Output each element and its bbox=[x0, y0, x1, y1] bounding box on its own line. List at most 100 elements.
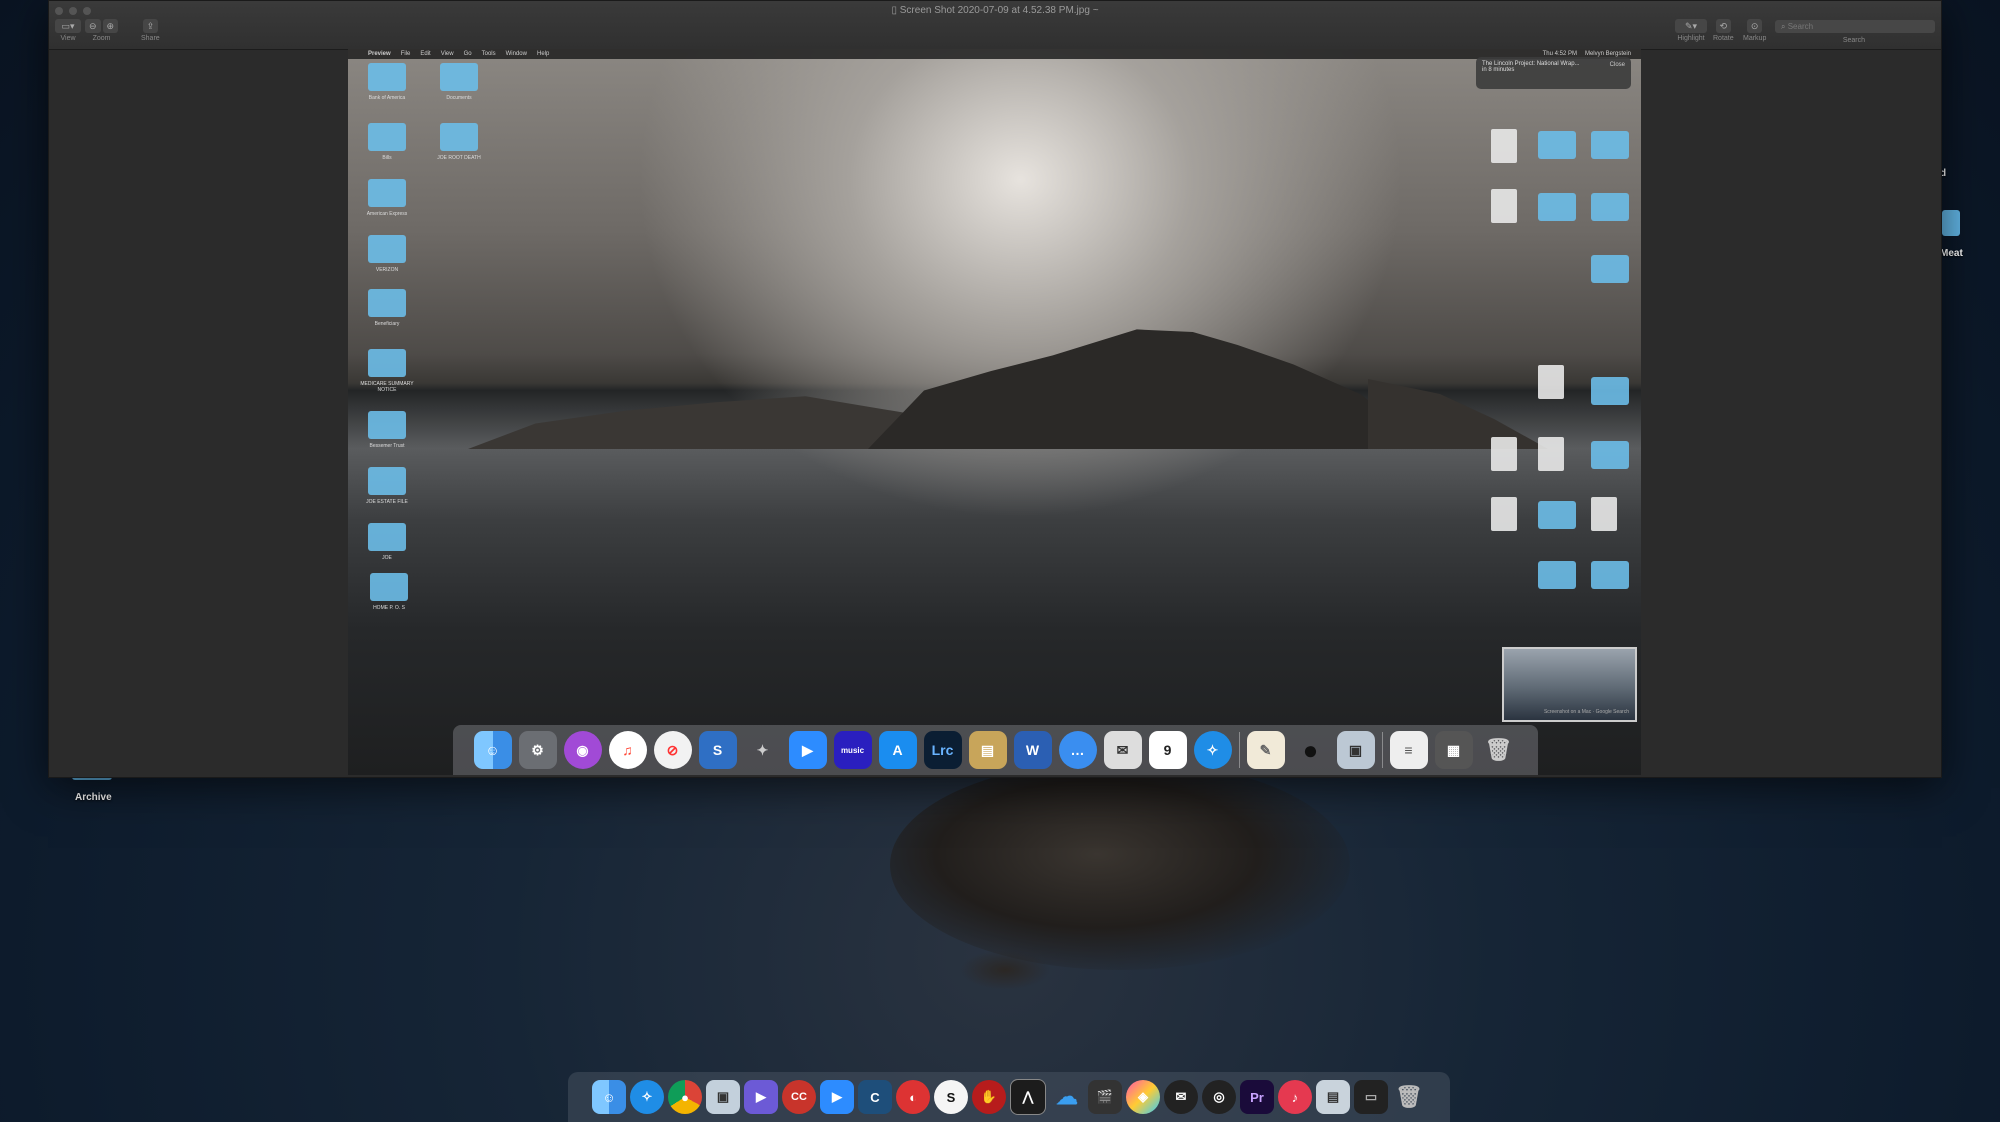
inner-folder-6 bbox=[368, 235, 406, 263]
share-button[interactable]: ⇪ bbox=[142, 19, 159, 33]
zoom-out-icon: ⊖ bbox=[89, 20, 97, 31]
inner-folder-label-1: Bank of America bbox=[368, 95, 406, 101]
window-title-suffix: ~ bbox=[1092, 5, 1099, 16]
archive-label[interactable]: Archive bbox=[75, 792, 112, 803]
news-icon[interactable]: ◎ bbox=[1202, 1080, 1236, 1114]
inner-folder-label-12: HOME P. O. S bbox=[373, 605, 405, 611]
inner-lightroom-icon: Lrc bbox=[923, 731, 962, 769]
dock: ☺ ✧ ● ▣ ▶ CC ▶ C ◐ S ✋ ⋀ ☁ 🎬 ◈ ✉ ◎ Pr ♪ … bbox=[568, 1072, 1450, 1122]
ccleaner-icon[interactable]: CC bbox=[782, 1080, 816, 1114]
rotate-button[interactable]: ⟲ bbox=[1715, 19, 1732, 33]
inner-news-icon: ⊘ bbox=[653, 731, 692, 769]
document-icon: ▯ bbox=[891, 5, 897, 16]
zoom-icon[interactable]: ▶ bbox=[820, 1080, 854, 1114]
calendar-day: 9 bbox=[1163, 742, 1172, 758]
search-placeholder: Search bbox=[1787, 22, 1814, 31]
search-input[interactable]: ⌕ Search bbox=[1775, 20, 1935, 33]
inner-notes-icon: ▤ bbox=[968, 731, 1007, 769]
inner-textedit-icon: ✎ bbox=[1246, 731, 1285, 769]
zoom-in-icon: ⊕ bbox=[106, 20, 115, 31]
screenshot-image: Preview File Edit View Go Tools Window H… bbox=[348, 49, 1641, 775]
chrome-icon[interactable]: ● bbox=[668, 1080, 702, 1114]
highlight-button[interactable]: ✎▾ bbox=[1675, 19, 1707, 33]
inner-folder-9 bbox=[368, 411, 406, 439]
inner-menu-file: File bbox=[400, 51, 411, 57]
inner-menu-view: View bbox=[440, 51, 454, 57]
final-cut-icon[interactable]: 🎬 bbox=[1088, 1080, 1122, 1114]
inner-folder-r2 bbox=[1591, 131, 1629, 159]
window-titlebar: ▯ Screen Shot 2020-07-09 at 4.52.38 PM.j… bbox=[49, 1, 1941, 50]
inner-menu-edit: Edit bbox=[420, 51, 431, 57]
view-button[interactable]: ▭▾ bbox=[55, 19, 81, 33]
cleaner-icon[interactable]: C bbox=[858, 1080, 892, 1114]
inner-folder-label-10: JOE ESTATE FILE bbox=[366, 499, 408, 505]
preview-icon[interactable]: ▣ bbox=[706, 1080, 740, 1114]
inner-app-name: Preview bbox=[368, 51, 391, 57]
markup-group: ⊙ Markup bbox=[1743, 19, 1766, 42]
thumbnail-caption: Screenshot on a Mac · Google Search bbox=[1543, 709, 1629, 715]
trash-icon[interactable]: 🗑 bbox=[1392, 1080, 1426, 1114]
inner-messages-icon: … bbox=[1058, 731, 1097, 769]
view-group: ▭▾ View bbox=[55, 19, 81, 42]
premiere-icon[interactable]: Pr bbox=[1240, 1080, 1274, 1114]
screen-icon[interactable]: ▭ bbox=[1354, 1080, 1388, 1114]
inner-folder-2 bbox=[440, 63, 478, 91]
meat-label[interactable]: Meat bbox=[1940, 248, 1963, 259]
inner-mail-icon: ✉ bbox=[1103, 731, 1142, 769]
inner-folder-label-4: JOE ROOT DEATH bbox=[437, 155, 481, 161]
photo-icon[interactable]: ◐ bbox=[896, 1080, 930, 1114]
finder-icon[interactable]: ☺ bbox=[592, 1080, 626, 1114]
pdf-icon[interactable]: ✋ bbox=[972, 1080, 1006, 1114]
inner-menu-window: Window bbox=[505, 51, 527, 57]
zoom-out-button[interactable]: ⊖ bbox=[85, 19, 101, 33]
rotate-group: ⟲ Rotate bbox=[1713, 19, 1734, 42]
window-title: ▯ Screen Shot 2020-07-09 at 4.52.38 PM.j… bbox=[49, 5, 1941, 16]
markup-button[interactable]: ⊙ bbox=[1746, 19, 1763, 33]
inner-doc-6 bbox=[1491, 497, 1517, 531]
inner-notification: The Lincoln Project: National Wrap... in… bbox=[1476, 57, 1631, 89]
inner-zoom-icon: ▶ bbox=[788, 731, 827, 769]
inner-safari-icon: ✧ bbox=[1193, 731, 1232, 769]
inner-podcasts-icon: ◉ bbox=[563, 731, 602, 769]
inner-folder-label-9: Bessemer Trust bbox=[369, 443, 405, 449]
window-title-text: Screen Shot 2020-07-09 at 4.52.38 PM.jpg bbox=[899, 5, 1090, 16]
rotate-label: Rotate bbox=[1713, 35, 1734, 42]
inner-folder-7 bbox=[368, 289, 406, 317]
safari-icon[interactable]: ✧ bbox=[630, 1080, 664, 1114]
mail-icon[interactable]: ✉ bbox=[1164, 1080, 1198, 1114]
inner-folder-label-8: MEDICARE SUMMARY NOTICE bbox=[360, 381, 414, 393]
inner-folder-r4 bbox=[1591, 193, 1629, 221]
meat-folder-icon[interactable] bbox=[1942, 210, 1960, 236]
search-label: Search bbox=[1842, 37, 1865, 44]
inner-doc-4 bbox=[1491, 437, 1517, 471]
inner-doc-2 bbox=[1491, 189, 1517, 223]
inner-menu-tools: Tools bbox=[481, 51, 496, 57]
onedrive-icon[interactable]: ☁ bbox=[1050, 1080, 1084, 1114]
sidebar-icon: ▭▾ bbox=[61, 20, 75, 31]
inner-folder-label-2: Documents bbox=[446, 95, 472, 101]
inner-bug-icon: ✦ bbox=[756, 741, 769, 758]
inner-settings-icon: ⚙ bbox=[518, 731, 557, 769]
music-icon[interactable]: ♪ bbox=[1278, 1080, 1312, 1114]
highlight-label: Highlight bbox=[1677, 35, 1705, 42]
share-group: ⇪ Share bbox=[141, 19, 160, 42]
inner-folder-11 bbox=[368, 523, 406, 551]
highlight-group: ✎▾ Highlight bbox=[1675, 19, 1707, 42]
inner-folder-8 bbox=[368, 349, 406, 377]
inner-menu-go: Go bbox=[463, 51, 472, 57]
inner-folder-10 bbox=[368, 467, 406, 495]
inner-folder-12 bbox=[370, 573, 408, 601]
terminal-icon[interactable]: ⋀ bbox=[1010, 1079, 1046, 1115]
inner-folder-label-11: JOE bbox=[382, 555, 392, 561]
pixelmator-icon[interactable]: ◈ bbox=[1126, 1080, 1160, 1114]
skype-icon[interactable]: S bbox=[934, 1080, 968, 1114]
printer-icon[interactable]: ▤ bbox=[1316, 1080, 1350, 1114]
mountain-island bbox=[868, 329, 1428, 449]
markup-pen-icon: ⊙ bbox=[1750, 20, 1759, 31]
inner-doc-5 bbox=[1538, 437, 1564, 471]
share-label: Share bbox=[141, 35, 160, 42]
distant-hills bbox=[468, 396, 918, 449]
imovie-icon[interactable]: ▶ bbox=[744, 1080, 778, 1114]
zoom-in-button[interactable]: ⊕ bbox=[102, 19, 119, 33]
zoom-group: ⊖ ⊕ Zoom bbox=[85, 19, 119, 42]
